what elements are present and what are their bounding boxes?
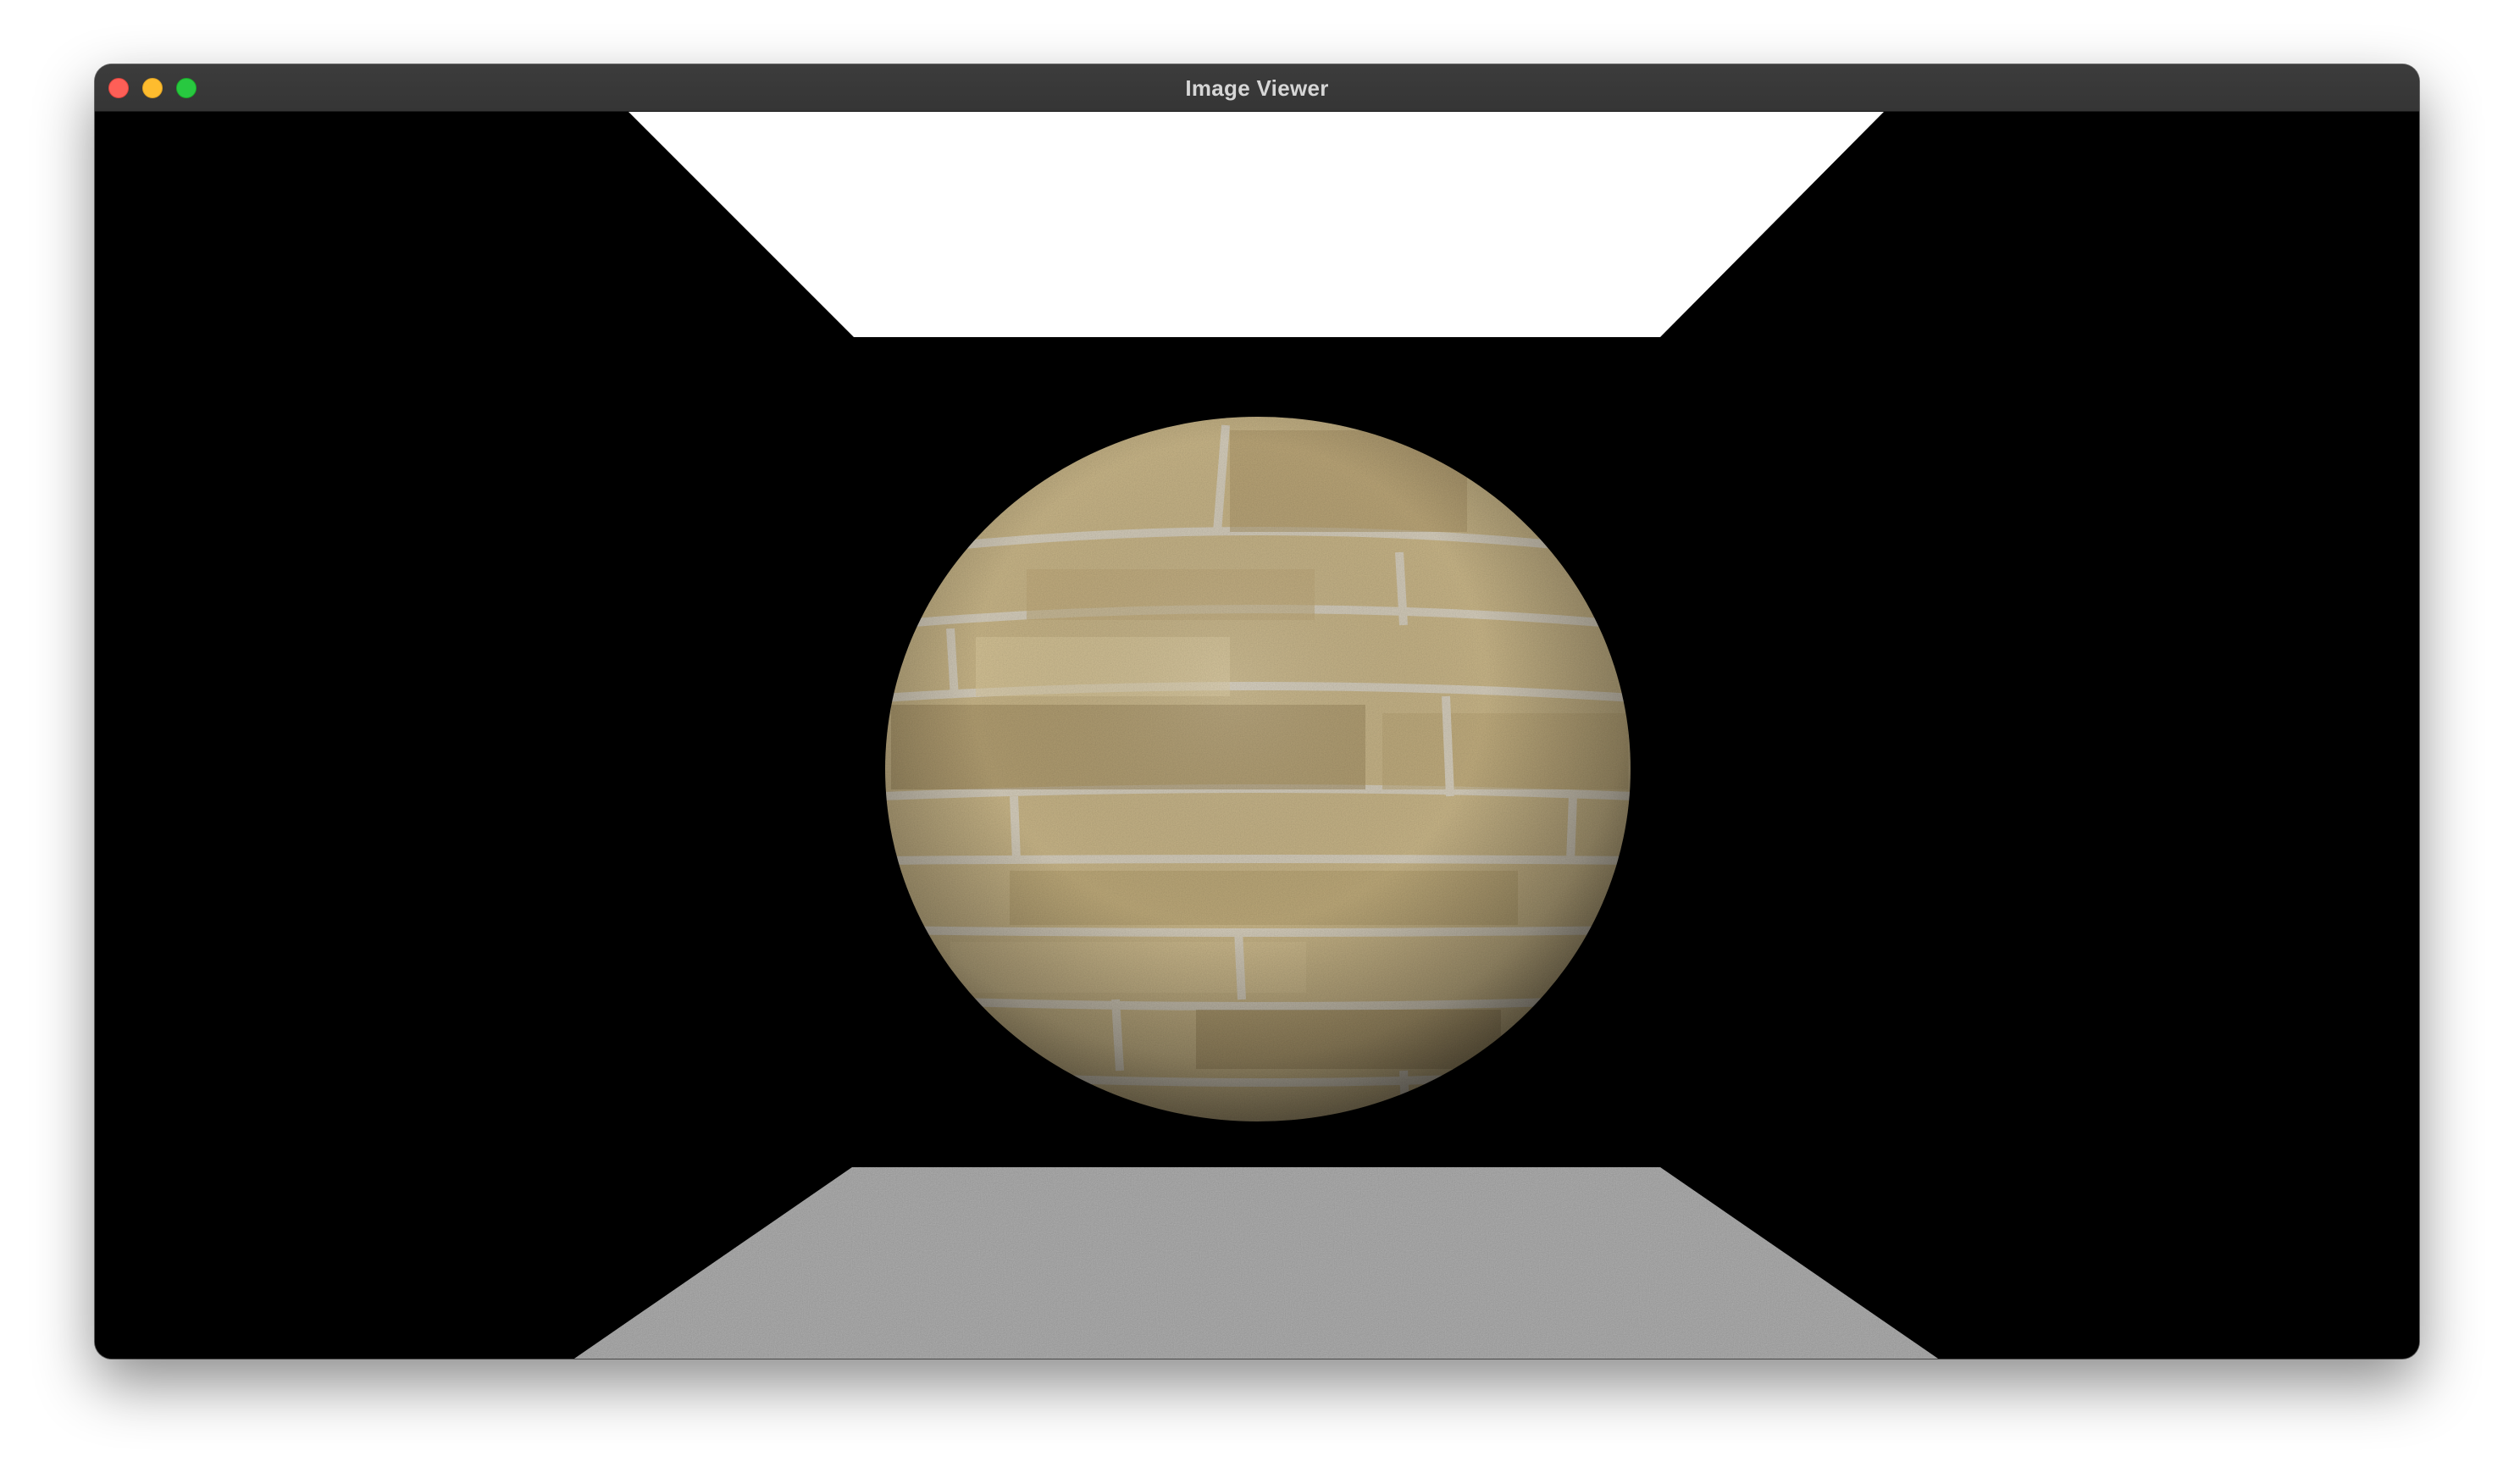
floor <box>574 1167 1938 1359</box>
window-title: Image Viewer <box>1185 75 1329 101</box>
stone-sphere <box>885 417 1631 1121</box>
image-viewer-window: Image Viewer <box>95 64 2419 1359</box>
title-bar[interactable]: Image Viewer <box>95 64 2419 112</box>
ceiling-light <box>628 112 1884 337</box>
render-canvas <box>574 112 1938 1359</box>
rendered-image <box>95 112 2419 1359</box>
